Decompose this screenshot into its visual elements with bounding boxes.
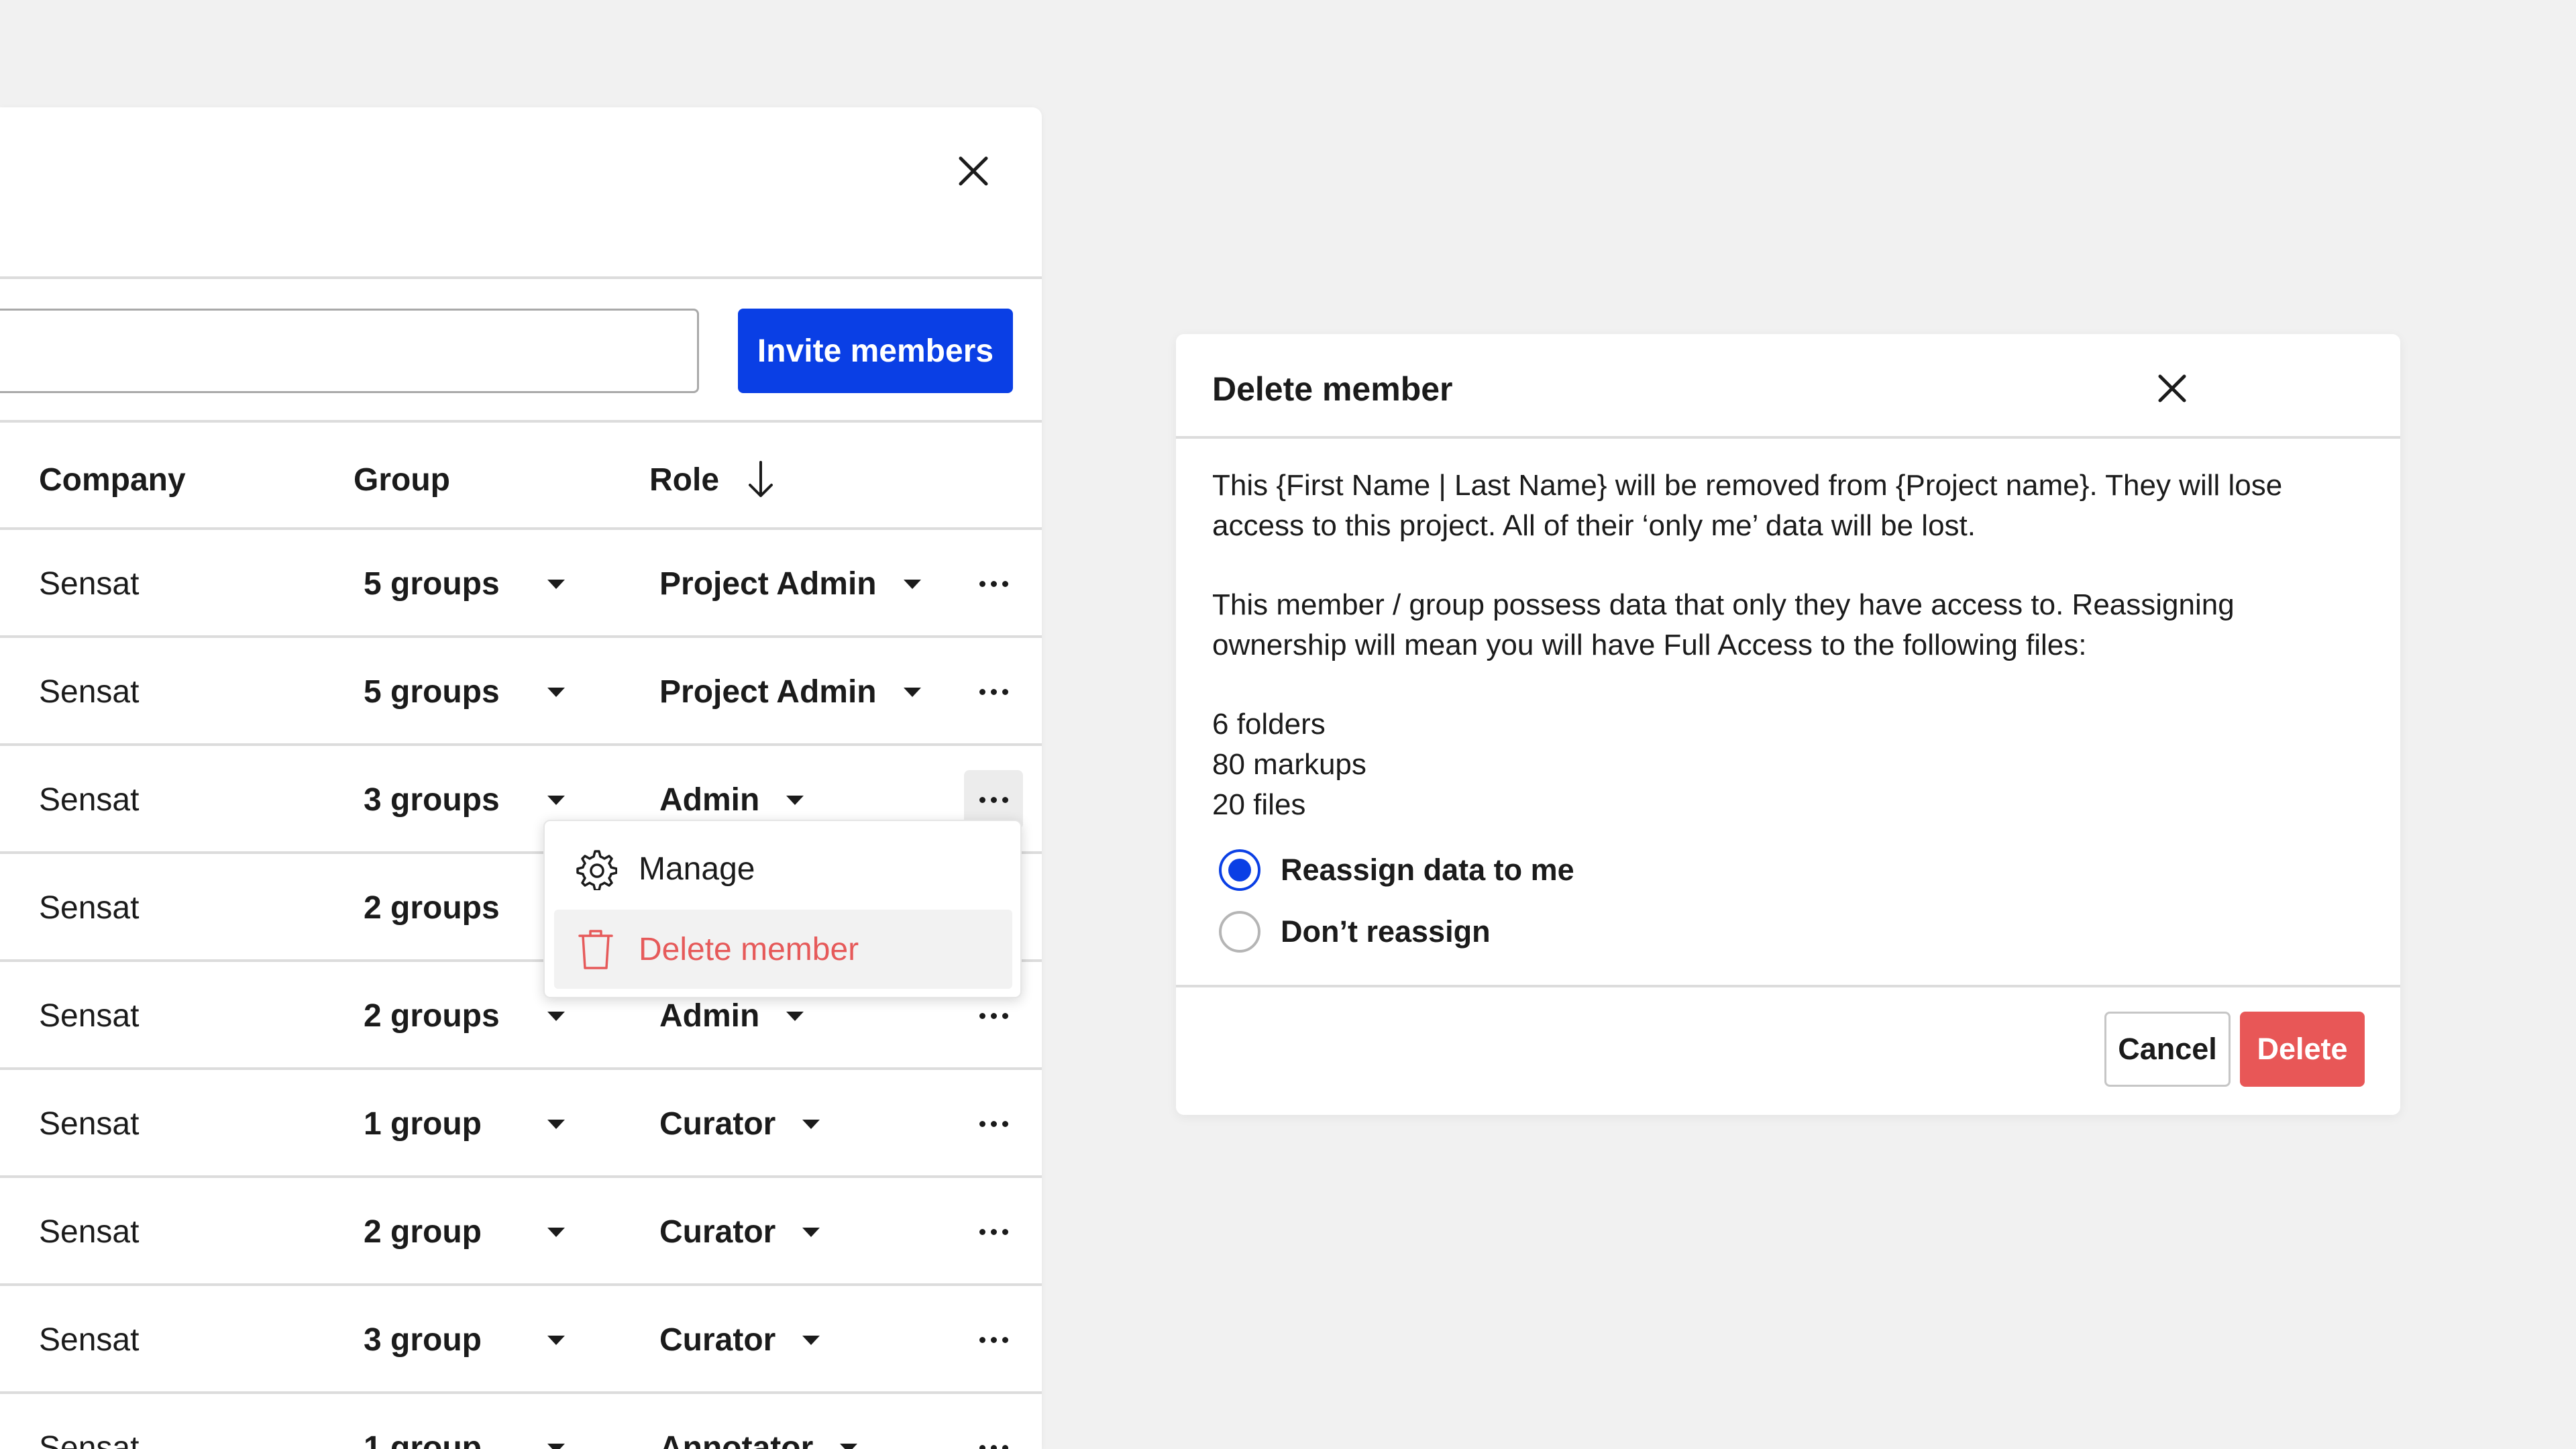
role-label: Curator [659,1106,776,1142]
table-row: Sensat 5 groups Project Admin [0,527,1042,635]
group-cell: 1 group [364,1106,482,1142]
role-label: Admin [659,998,760,1034]
role-dropdown[interactable]: Project Admin [659,638,924,746]
column-header-label: Role [649,462,720,498]
role-label: Project Admin [659,674,877,710]
dialog-message-removal: This {First Name | Last Name} will be re… [1212,469,2283,542]
group-dropdown-icon[interactable] [545,1070,568,1178]
company-cell: Sensat [39,1106,140,1142]
cancel-button[interactable]: Cancel [2104,1012,2231,1087]
group-cell: 2 groups [364,998,500,1034]
company-cell: Sensat [39,1214,140,1250]
role-dropdown[interactable]: Curator [659,1178,822,1286]
column-header-label: Group [354,462,450,498]
group-cell: 5 groups [364,566,500,602]
more-options-icon[interactable] [964,554,1023,613]
group-cell: 2 group [364,1214,482,1250]
column-header-company[interactable]: Company [39,456,186,503]
company-cell: Sensat [39,674,140,710]
radio-label: Don’t reassign [1281,914,1491,949]
chevron-down-icon [837,1442,860,1449]
group-dropdown-icon[interactable] [545,1394,568,1449]
company-cell: Sensat [39,998,140,1034]
group-cell: 3 group [364,1322,482,1358]
column-header-role[interactable]: Role [649,456,775,503]
more-options-icon[interactable] [964,1094,1023,1153]
role-dropdown[interactable]: Curator [659,1070,822,1178]
table-row: Sensat 1 group Annotator [0,1391,1042,1449]
more-options-icon[interactable] [964,1310,1023,1369]
delete-button[interactable]: Delete [2240,1012,2365,1087]
company-cell: Sensat [39,566,140,602]
menu-item-manage[interactable]: Manage [554,829,1012,908]
chevron-down-icon [901,578,924,591]
radio-dont-reassign[interactable]: Don’t reassign [1219,908,1491,955]
group-dropdown-icon[interactable] [545,530,568,638]
radio-checked-icon[interactable] [1219,849,1260,891]
chevron-down-icon [800,1334,822,1347]
table-row: Sensat 2 group Curator [0,1175,1042,1283]
menu-item-label: Manage [639,851,755,887]
table-row: Sensat 1 group Curator [0,1067,1042,1175]
chevron-down-icon [784,794,806,807]
dialog-message-reassign: This member / group possess data that on… [1212,588,2235,661]
group-dropdown-icon[interactable] [545,1286,568,1394]
company-cell: Sensat [39,1430,140,1449]
role-label: Curator [659,1214,776,1250]
group-cell: 3 groups [364,782,500,818]
company-cell: Sensat [39,782,140,818]
dialog-close-icon[interactable] [2149,365,2196,412]
invite-members-button[interactable]: Invite members [738,309,1013,393]
group-cell: 5 groups [364,674,500,710]
company-cell: Sensat [39,890,140,926]
column-header-group[interactable]: Group [354,456,450,503]
group-dropdown-icon[interactable] [545,638,568,746]
row-context-menu: Manage Delete member [543,820,1022,998]
role-dropdown[interactable]: Annotator [659,1394,860,1449]
divider [0,276,1042,279]
divider [1176,436,2400,439]
files-folders: 6 folders [1212,708,1326,741]
more-options-icon[interactable] [964,1202,1023,1261]
role-label: Project Admin [659,566,877,602]
group-cell: 1 group [364,1430,482,1449]
chevron-down-icon [800,1226,822,1239]
chevron-down-icon [784,1010,806,1023]
table-row: Sensat 3 group Curator [0,1283,1042,1391]
search-input[interactable] [0,309,699,393]
radio-reassign-to-me[interactable]: Reassign data to me [1219,847,1574,894]
more-options-icon[interactable] [964,662,1023,721]
role-label: Admin [659,782,760,818]
more-options-icon[interactable] [964,1418,1023,1449]
sort-arrow-down-icon[interactable] [746,460,775,500]
members-panel: Invite members Company Group Role Sensat… [0,107,1042,1449]
gear-icon [574,847,617,890]
table-row: Sensat 5 groups Project Admin [0,635,1042,743]
panel-close-icon[interactable] [951,149,996,193]
column-header-label: Company [39,462,186,498]
divider [0,420,1042,423]
group-dropdown-icon[interactable] [545,1178,568,1286]
files-files: 20 files [1212,788,1306,821]
divider [1176,985,2400,987]
role-label: Annotator [659,1430,814,1449]
chevron-down-icon [901,686,924,699]
dialog-title: Delete member [1212,370,1453,408]
files-summary: 6 folders 80 markups 20 files [1212,704,2366,825]
files-markups: 80 markups [1212,748,1366,781]
role-dropdown[interactable]: Project Admin [659,530,924,638]
radio-label: Reassign data to me [1281,853,1574,887]
company-cell: Sensat [39,1322,140,1358]
role-label: Curator [659,1322,776,1358]
group-cell: 2 groups [364,890,500,926]
chevron-down-icon [800,1118,822,1131]
menu-item-label: Delete member [639,931,859,967]
trash-icon [574,928,617,971]
menu-item-delete-member[interactable]: Delete member [554,910,1012,989]
radio-unchecked-icon[interactable] [1219,911,1260,953]
role-dropdown[interactable]: Curator [659,1286,822,1394]
delete-member-dialog: Delete member This {First Name | Last Na… [1176,334,2400,1115]
